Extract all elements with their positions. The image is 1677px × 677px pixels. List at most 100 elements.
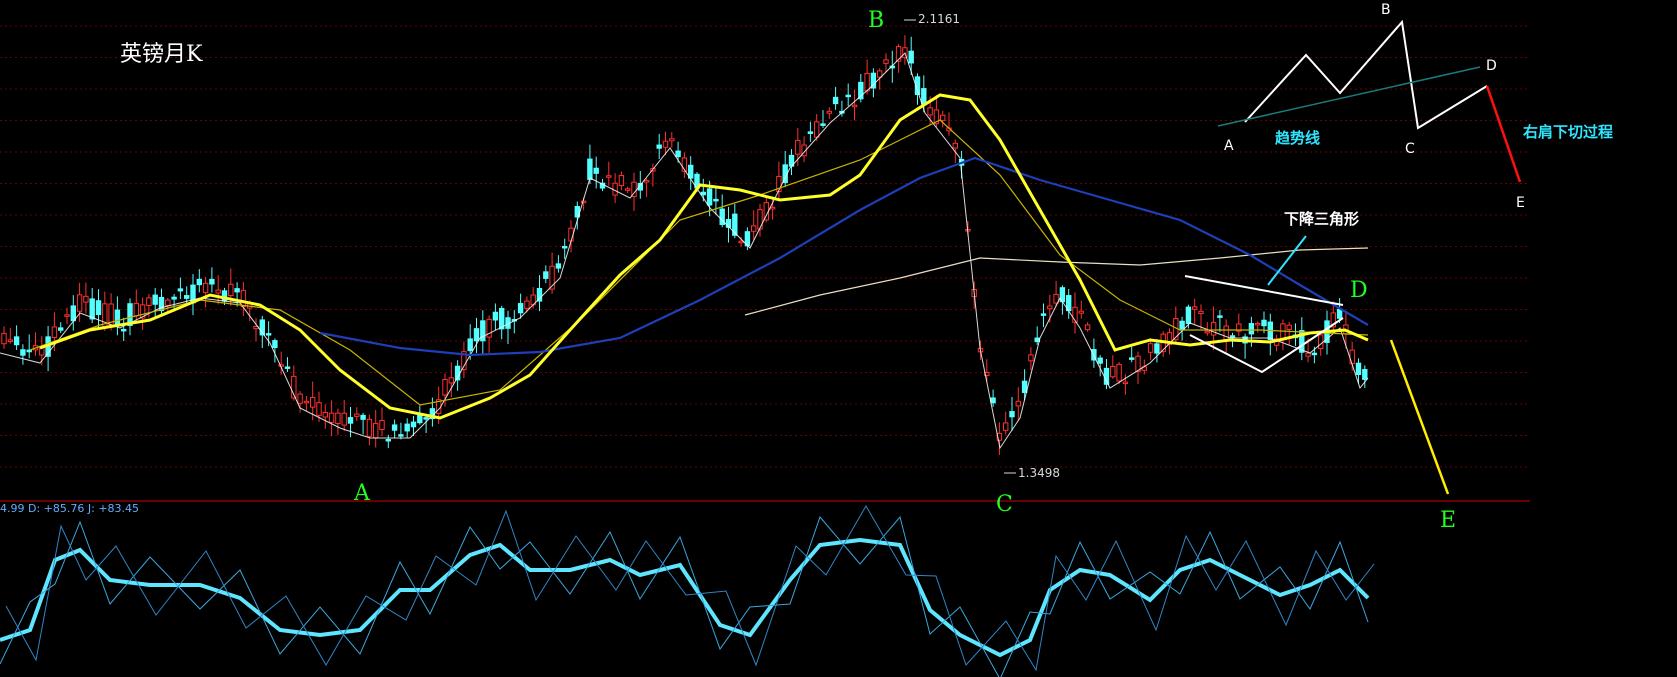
candle-body xyxy=(1355,362,1362,376)
wave-label-b: B xyxy=(868,8,885,33)
candle-body xyxy=(864,72,870,92)
candle-body xyxy=(385,438,392,442)
candle-body xyxy=(76,294,83,312)
candle-body xyxy=(1311,352,1318,356)
candle-body xyxy=(1003,422,1009,431)
candle-body xyxy=(1185,306,1192,324)
inset-process-label: 右肩下切过程 xyxy=(1523,123,1614,141)
candle-body xyxy=(114,309,121,326)
candle-body xyxy=(625,188,631,191)
triangle-label: 下降三角形 xyxy=(1284,210,1360,228)
candle-body xyxy=(272,340,278,349)
candle-body xyxy=(70,305,76,322)
candle-body xyxy=(64,314,70,317)
candle-body xyxy=(265,333,272,336)
candle-body xyxy=(1097,357,1103,364)
candle-body xyxy=(706,188,713,206)
candle-body xyxy=(95,300,102,316)
candle-body xyxy=(1110,365,1116,378)
candle-body xyxy=(177,288,184,292)
candle-body xyxy=(171,296,177,300)
ma-thick-yellow-line xyxy=(39,93,1369,420)
candle-body xyxy=(587,158,593,180)
candle-body xyxy=(51,326,58,339)
candle-body xyxy=(612,182,618,196)
candle-body xyxy=(417,414,423,424)
candle-body xyxy=(467,338,473,352)
kdj-d-line xyxy=(0,537,1370,658)
candle-body xyxy=(669,138,675,142)
candle-body xyxy=(316,402,322,416)
inset-trendline xyxy=(1217,66,1481,127)
candle-body xyxy=(662,140,669,148)
min-price-label: 1.3498 xyxy=(1018,466,1060,480)
candle-body xyxy=(807,131,814,134)
candle-body xyxy=(1305,352,1311,357)
candle-body xyxy=(373,422,379,439)
candle-body xyxy=(121,328,127,332)
candle-body xyxy=(410,421,417,428)
candle-body xyxy=(1318,334,1324,349)
candle-body xyxy=(1217,315,1223,318)
candle-body xyxy=(826,110,832,114)
ma-white-line xyxy=(0,52,1369,450)
candle-body xyxy=(184,295,190,299)
wave-label-c: C xyxy=(996,492,1013,517)
candle-body xyxy=(543,271,549,279)
candle-body xyxy=(675,150,681,158)
candle-body xyxy=(196,278,203,286)
wave-label-d: D xyxy=(1350,278,1368,303)
candle-body xyxy=(990,397,996,404)
candle-body xyxy=(398,434,404,437)
candle-body xyxy=(1129,357,1135,360)
candle-body xyxy=(404,423,410,432)
candle-body xyxy=(473,328,480,342)
candle-body xyxy=(952,142,958,149)
candle-body xyxy=(738,240,744,244)
candle-body xyxy=(492,311,499,321)
kdj-k-line xyxy=(0,515,1369,677)
candle-body xyxy=(442,379,448,396)
inset-trendline-label: 趋势线 xyxy=(1275,129,1321,147)
candle-body xyxy=(1286,324,1292,330)
candle-body xyxy=(606,175,612,178)
candle-body xyxy=(593,167,599,174)
candle-body xyxy=(820,123,826,126)
candle-body xyxy=(13,336,20,346)
candle-body xyxy=(1229,335,1236,338)
candle-body xyxy=(379,419,385,431)
candle-body xyxy=(303,400,310,404)
candle-body xyxy=(814,121,820,138)
candle-body xyxy=(1015,400,1021,407)
projection-line xyxy=(1389,339,1450,495)
candle-body xyxy=(20,349,26,356)
candle-body xyxy=(366,418,373,437)
candle-body xyxy=(89,298,95,320)
candle-body xyxy=(499,307,505,330)
candle-body xyxy=(1,332,7,345)
candle-body xyxy=(1248,323,1255,335)
candle-body xyxy=(562,245,568,249)
inset-point-c: C xyxy=(1405,141,1415,157)
candle-body xyxy=(310,397,316,408)
candle-body xyxy=(1210,321,1217,336)
kdj-readout: 4.99 D: +85.76 J: +83.45 xyxy=(0,502,140,515)
candle-body xyxy=(618,174,625,187)
candle-body xyxy=(234,288,240,293)
candle-body xyxy=(1147,343,1154,353)
candle-body xyxy=(580,200,587,204)
candle-body xyxy=(908,50,914,64)
candle-body xyxy=(555,263,562,269)
candle-body xyxy=(883,59,889,64)
wave-label-a: A xyxy=(354,481,370,506)
candle-body xyxy=(215,289,221,294)
candle-body xyxy=(1204,330,1210,334)
candle-body xyxy=(297,393,303,404)
candle-body xyxy=(1336,308,1343,319)
inset-point-b: B xyxy=(1381,2,1391,18)
candle-body xyxy=(517,303,524,314)
candle-body xyxy=(1198,310,1204,315)
candle-body xyxy=(1192,306,1198,310)
candle-body xyxy=(1349,349,1355,365)
candle-body xyxy=(335,412,341,424)
